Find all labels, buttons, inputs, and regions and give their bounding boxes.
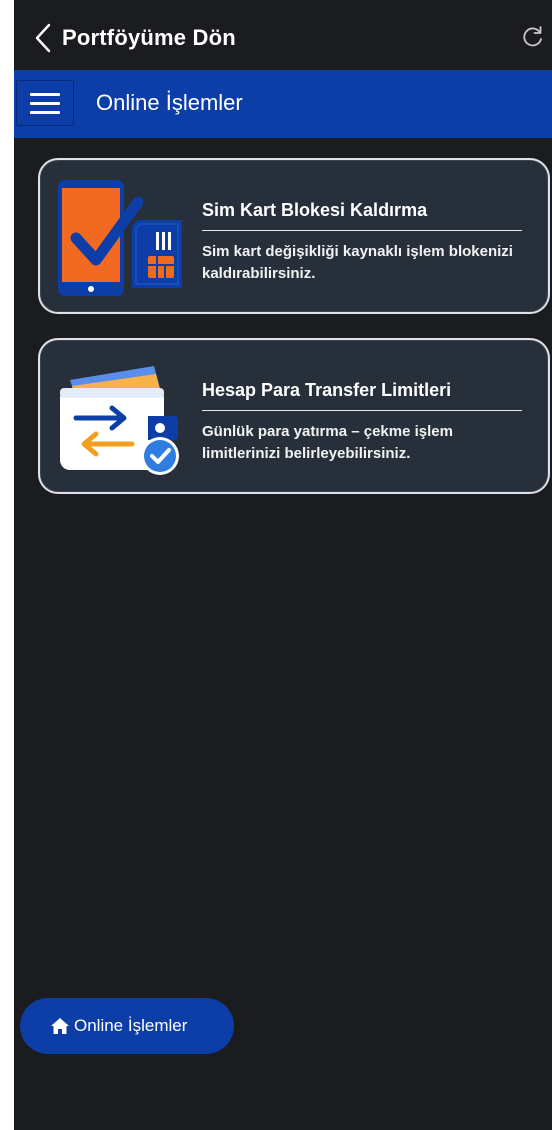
refresh-icon[interactable] [520, 24, 546, 50]
chevron-left-icon [35, 23, 51, 53]
card-description: Sim kart değişikliği kaynaklı işlem blok… [202, 243, 513, 282]
home-label: Online İşlemler [74, 1016, 188, 1035]
home-button[interactable]: Online İşlemler [20, 998, 234, 1054]
hamburger-line [30, 110, 60, 114]
card-text: Sim Kart Blokesi Kaldırma Sim kart değiş… [202, 198, 522, 285]
wallet-transfer-check-icon [60, 366, 179, 475]
card-transfer-limits[interactable]: Hesap Para Transfer Limitleri Günlük par… [38, 338, 550, 494]
page-title: Online İşlemler [96, 90, 243, 115]
card-sim-unblock[interactable]: Sim Kart Blokesi Kaldırma Sim kart değiş… [38, 158, 550, 314]
hamburger-menu-button[interactable] [16, 80, 74, 126]
divider [202, 230, 522, 231]
app-screen: Portföyüme Dön Online İşlemler Sim Kart … [14, 0, 552, 1130]
hamburger-menu-icon [30, 92, 60, 96]
top-bar: Portföyüme Dön [14, 0, 552, 70]
card-description: Günlük para yatırma – çekme işlem limitl… [202, 423, 453, 462]
card-title: Sim Kart Blokesi Kaldırma [202, 200, 428, 220]
back-label: Portföyüme Dön [62, 25, 236, 50]
card-text: Hesap Para Transfer Limitleri Günlük par… [202, 378, 522, 465]
nav-bar: Online İşlemler [14, 70, 552, 138]
back-button[interactable]: Portföyüme Dön [34, 20, 236, 56]
hamburger-line [30, 101, 60, 105]
card-title: Hesap Para Transfer Limitleri [202, 380, 452, 400]
phone-sim-check-icon [58, 180, 182, 296]
home-icon [51, 1018, 69, 1034]
divider [202, 410, 522, 411]
